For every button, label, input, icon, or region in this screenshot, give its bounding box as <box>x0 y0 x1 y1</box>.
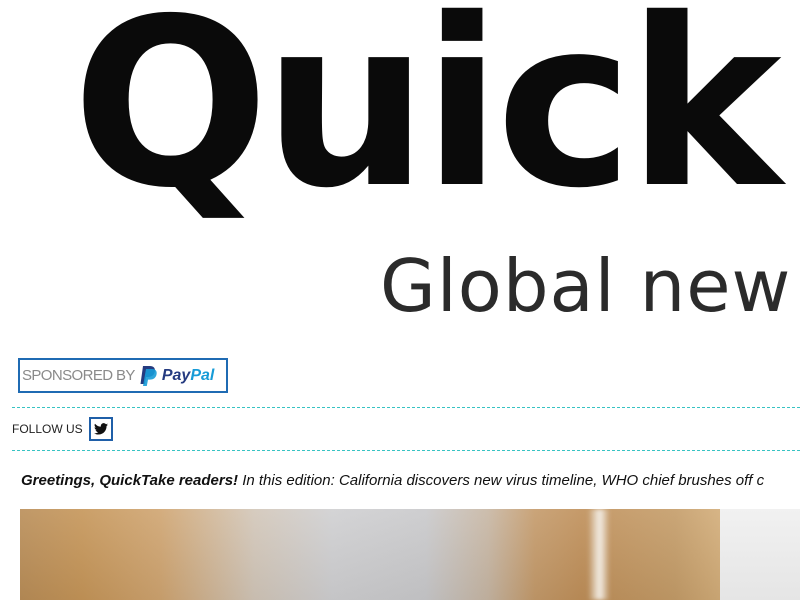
intro-paragraph: Greetings, QuickTake readers! In this ed… <box>21 472 800 489</box>
brand-tagline: Global new <box>380 244 792 328</box>
newsletter-page: Quick Global new SPONSORED BY PayPal FOL… <box>0 0 800 600</box>
intro-greeting: Greetings, QuickTake readers! <box>21 472 239 489</box>
paypal-pay: Pay <box>161 366 191 384</box>
follow-us-label: FOLLOW US <box>12 422 83 436</box>
sponsored-by-paypal-badge[interactable]: SPONSORED BY PayPal <box>18 358 228 393</box>
twitter-icon <box>93 423 108 435</box>
hero-image-highlight <box>588 509 610 600</box>
intro-text: In this edition: California discovers ne… <box>238 472 765 489</box>
twitter-follow-button[interactable] <box>88 417 113 441</box>
hero-image-shade <box>20 509 800 600</box>
brand-wordmark: Quick <box>72 0 782 239</box>
sponsored-by-label: SPONSORED BY <box>22 367 135 384</box>
divider-top <box>12 407 800 408</box>
divider-bottom <box>12 450 800 451</box>
paypal-logo-icon <box>138 365 158 387</box>
follow-us-row: FOLLOW US <box>12 417 113 441</box>
paypal-pal: Pal <box>190 366 215 384</box>
hero-image-right-area <box>720 509 800 600</box>
paypal-wordmark: PayPal <box>162 367 214 385</box>
masthead-logo: Quick Global new <box>0 0 800 345</box>
hero-image[interactable] <box>20 509 800 600</box>
